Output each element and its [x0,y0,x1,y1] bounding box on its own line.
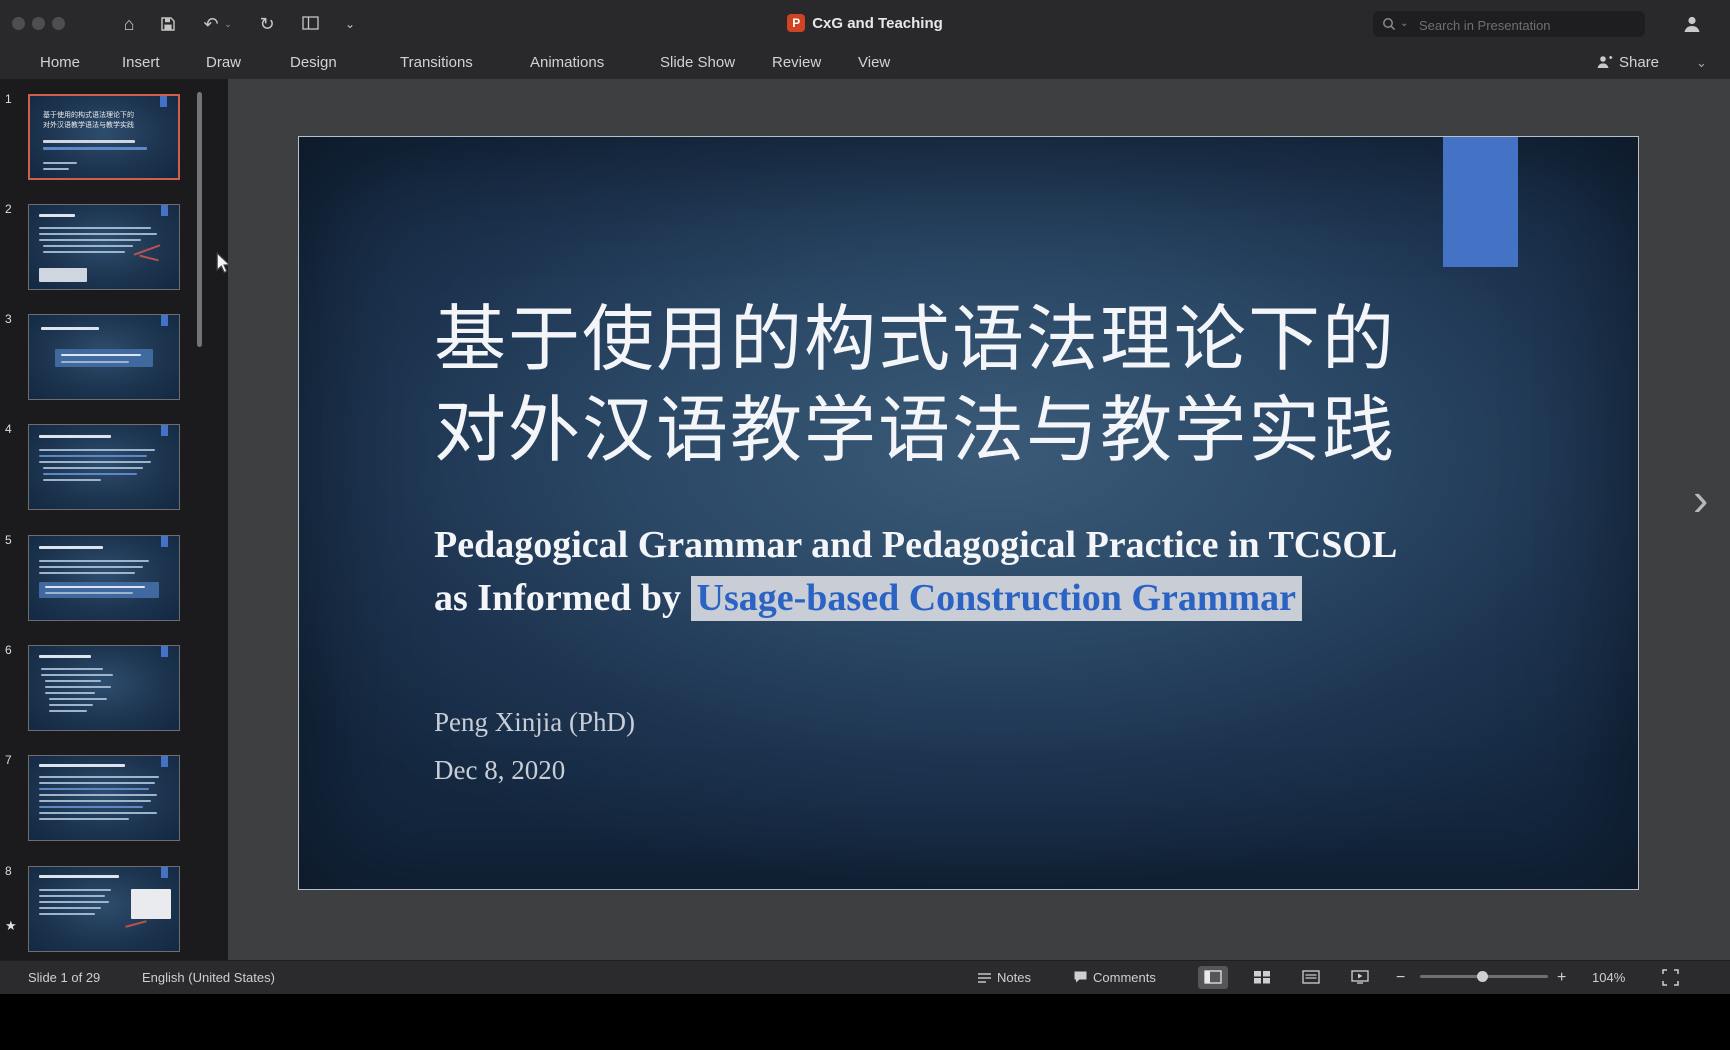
thumbnail-preview: 基于使用的构式语法理论下的对外汉语教学语法与教学实践 [30,96,178,178]
thumbnail-preview [29,205,179,289]
tab-insert[interactable]: Insert [122,48,160,79]
slide-counter: Slide 1 of 29 [28,961,100,994]
slide-thumbnail-7[interactable] [28,755,180,841]
language-button[interactable]: English (United States) [142,961,275,994]
fit-slide-to-window-button[interactable] [1662,969,1679,989]
tab-draw[interactable]: Draw [206,48,241,79]
normal-view-icon [1204,970,1222,984]
thumbnail-preview [29,867,179,951]
search-scope-chevron-icon[interactable]: ⌄ [1400,11,1408,37]
slide-thumbnail-5[interactable] [28,535,180,621]
search-box[interactable]: ⌄ [1373,11,1645,37]
search-icon [1382,17,1396,31]
slide-number: 8 [5,864,23,878]
slide-number: 6 [5,643,23,657]
slide-thumbnail-4[interactable] [28,424,180,510]
slide-number: 4 [5,422,23,436]
titlebar: ⌂ ↶ ⌄ ↻ ⌄ PCxG and Teaching ⌄ [0,0,1730,48]
comments-button[interactable]: Comments [1073,961,1156,994]
slide-subtitle-text[interactable]: Pedagogical Grammar and Pedagogical Prac… [434,519,1397,625]
powerpoint-app-icon: P [787,14,805,32]
fit-to-window-icon [1662,969,1679,986]
thumbnail-preview [29,536,179,620]
current-slide[interactable]: 基于使用的构式语法理论下的 对外汉语教学语法与教学实践 Pedagogical … [298,136,1639,890]
notes-button[interactable]: Notes [977,961,1031,994]
slide-number: 7 [5,753,23,767]
thumbnail-preview [29,425,179,509]
star-icon: ★ [5,918,17,934]
slide-date-text[interactable]: Dec 8, 2020 [434,755,565,786]
notes-icon [977,971,992,984]
tab-view[interactable]: View [858,48,890,79]
slide-thumbnail-6[interactable] [28,645,180,731]
comments-icon [1073,970,1088,984]
reading-view-icon [1302,970,1320,984]
tab-review[interactable]: Review [772,48,821,79]
slide-number: 3 [5,312,23,326]
slide-author-text[interactable]: Peng Xinjia (PhD) [434,707,635,738]
slideshow-icon [1351,970,1369,984]
share-button[interactable]: Share [1596,48,1659,79]
mouse-cursor [214,252,232,274]
slide-number: 1 [5,92,23,106]
zoom-level[interactable]: 104% [1592,961,1625,994]
thumbnail-preview [29,646,179,730]
tab-transitions[interactable]: Transitions [400,48,473,79]
slideshow-view-button[interactable] [1345,966,1375,989]
slide-number: 2 [5,202,23,216]
tab-animations[interactable]: Animations [530,48,604,79]
share-person-icon [1596,54,1613,70]
slide-thumbnail-1[interactable]: 基于使用的构式语法理论下的对外汉语教学语法与教学实践 [28,94,180,180]
slide-thumbnail-2[interactable] [28,204,180,290]
zoom-out-button[interactable]: − [1396,961,1405,994]
zoom-slider-knob[interactable] [1477,971,1488,982]
slide-thumbnail-8[interactable] [28,866,180,952]
tab-slide-show[interactable]: Slide Show [660,48,735,79]
slide-title-text[interactable]: 基于使用的构式语法理论下的 对外汉语教学语法与教学实践 [434,295,1396,477]
ribbon-collapse-chevron-icon[interactable]: ⌄ [1696,48,1707,79]
reading-view-button[interactable] [1296,966,1326,989]
slide-thumbnail-3[interactable] [28,314,180,400]
search-input[interactable] [1417,11,1631,39]
normal-view-button[interactable] [1198,966,1228,989]
tab-design[interactable]: Design [290,48,337,79]
thumbnail-scrollbar[interactable] [197,92,202,347]
tab-home[interactable]: Home [40,48,80,79]
user-icon[interactable] [1682,14,1702,34]
slide-number: 5 [5,533,23,547]
highlighted-phrase: Usage-based Construction Grammar [691,576,1303,621]
thumbnail-preview [29,315,179,399]
zoom-in-button[interactable]: + [1557,961,1566,994]
slide-accent-rectangle[interactable] [1443,137,1518,267]
ribbon-tab-bar: Home Insert Draw Design Transitions Anim… [0,48,1730,80]
thumbnail-preview [29,756,179,840]
slide-sorter-icon [1253,970,1271,984]
powerpoint-window: ⌂ ↶ ⌄ ↻ ⌄ PCxG and Teaching ⌄ [0,0,1730,1050]
slide-sorter-view-button[interactable] [1247,966,1277,989]
next-slide-chevron-icon[interactable]: › [1693,476,1708,522]
